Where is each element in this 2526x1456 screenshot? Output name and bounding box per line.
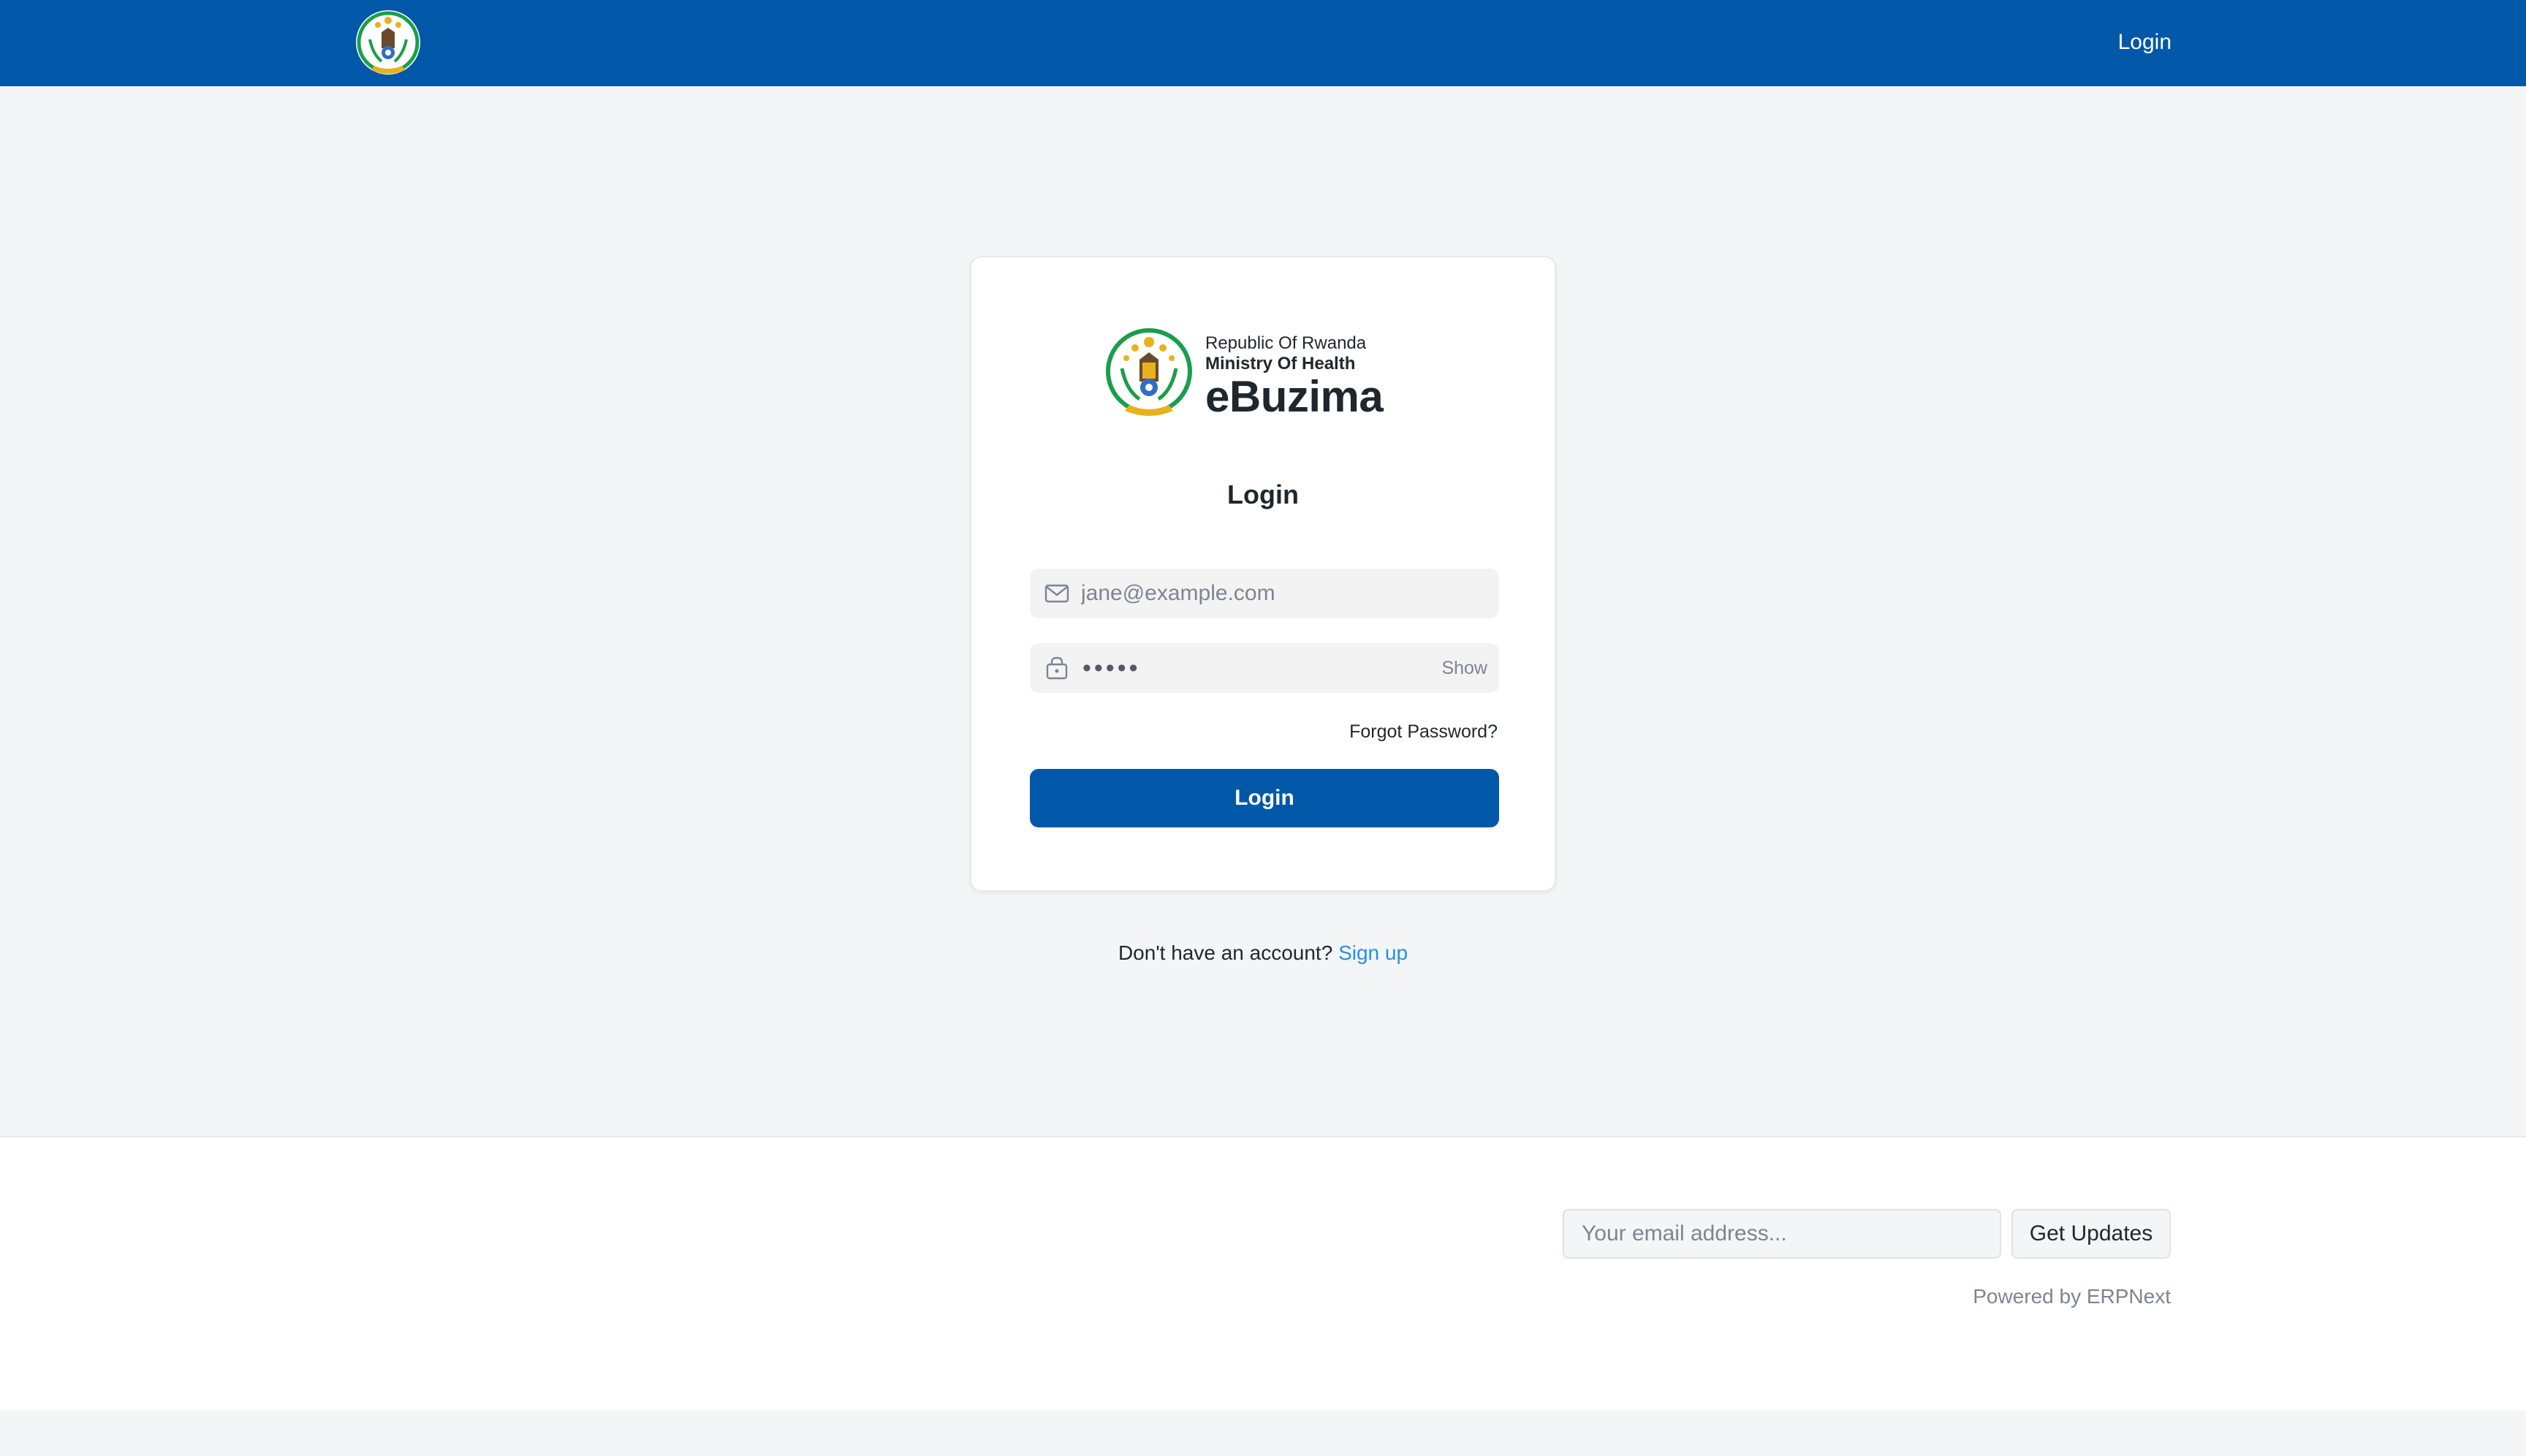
footer: Get Updates Powered by ERPNext xyxy=(0,1136,2526,1411)
mail-icon xyxy=(1044,584,1069,603)
password-field[interactable]: ••••• Show xyxy=(1030,643,1499,693)
signup-prompt: Don't have an account? Sign up xyxy=(0,939,2526,968)
nav-login-link[interactable]: Login xyxy=(2118,28,2172,57)
get-updates-button[interactable]: Get Updates xyxy=(2011,1209,2171,1259)
brand-text: Republic Of Rwanda Ministry Of Health eB… xyxy=(1205,333,1384,421)
forgot-password-link[interactable]: Forgot Password? xyxy=(1349,721,1498,743)
email-field[interactable] xyxy=(1030,569,1499,618)
signup-link[interactable]: Sign up xyxy=(1338,941,1408,964)
rwanda-coat-of-arms-icon xyxy=(1105,327,1193,416)
email-input[interactable] xyxy=(1081,569,1461,618)
password-input[interactable]: ••••• xyxy=(1082,653,1141,683)
powered-by-text: Powered by ERPNext xyxy=(1973,1285,2171,1308)
brand-logo: Republic Of Rwanda Ministry Of Health eB… xyxy=(1101,323,1438,433)
lock-icon xyxy=(1046,656,1068,680)
top-navbar: Login xyxy=(0,0,2526,86)
newsletter-email-input[interactable] xyxy=(1563,1209,2001,1259)
brand-republic: Republic Of Rwanda xyxy=(1205,333,1367,353)
login-button[interactable]: Login xyxy=(1030,769,1499,827)
rwanda-coat-of-arms-icon[interactable] xyxy=(354,6,422,80)
page-title: Login xyxy=(1227,479,1299,509)
brand-ministry: Ministry Of Health xyxy=(1205,354,1356,374)
login-card: Republic Of Rwanda Ministry Of Health eB… xyxy=(970,256,1556,892)
show-password-toggle[interactable]: Show xyxy=(1441,658,1487,678)
brand-app-name: eBuzima xyxy=(1205,372,1384,421)
signup-text: Don't have an account? xyxy=(1118,941,1333,964)
